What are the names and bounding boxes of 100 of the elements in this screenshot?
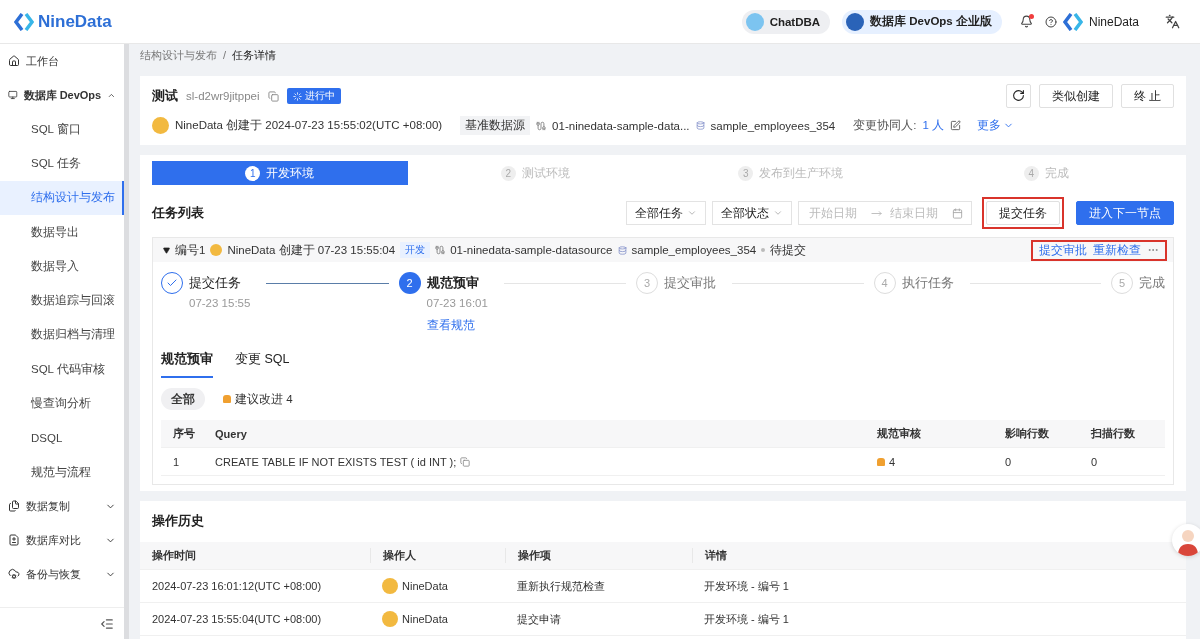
- filter-chip[interactable]: 建议改进 4: [213, 388, 303, 410]
- step-time: 07-23 16:01: [426, 297, 488, 309]
- filter-chip[interactable]: 全部: [161, 388, 205, 410]
- step-number: 2: [398, 272, 421, 294]
- copy-icon: [8, 500, 20, 513]
- collapse-icon[interactable]: [100, 616, 114, 631]
- operator-name: NineData: [402, 580, 448, 592]
- creator-text: NineData 创建于 2024-07-23 15:55:02(UTC +08:00): [175, 118, 443, 133]
- breadcrumb-separator: /: [223, 49, 227, 61]
- help-icon[interactable]: [1044, 15, 1057, 28]
- next-node-button[interactable]: 进入下一节点: [1076, 201, 1174, 225]
- table-cell-text: 2024-07-23 16:01:12(UTC +08:00): [151, 580, 323, 592]
- logo-icon: [14, 12, 34, 31]
- step-label: 规范预审: [426, 274, 480, 292]
- datasource-name: 01-ninedata-sample-data...: [552, 119, 690, 132]
- table-cell-text: 重新执行规范检查: [516, 578, 606, 594]
- column-header: 操作人: [370, 548, 505, 563]
- column-header: 规范审核: [876, 426, 922, 441]
- warning-icon: [877, 457, 885, 466]
- datasource-icon: [536, 120, 547, 131]
- datasource-name: 01-ninedata-sample-datasource: [450, 244, 613, 256]
- review-count: 4: [889, 455, 896, 468]
- avatar: [152, 117, 169, 134]
- edit-icon[interactable]: [950, 120, 962, 131]
- step-time: 07-23 15:55: [189, 297, 251, 309]
- tab[interactable]: 变更 SQL: [235, 343, 290, 378]
- database-icon: [695, 121, 705, 130]
- status-badge: 进行中: [286, 88, 341, 104]
- table-cell-text: 开发环境 - 编号 1: [703, 611, 790, 627]
- operator-name: NineData: [402, 613, 448, 625]
- collaborators-label: 变更协同人:: [853, 118, 917, 133]
- datasource-icon: [435, 245, 446, 255]
- home-icon: [8, 55, 20, 67]
- database-name: sample_employees_354: [710, 119, 836, 132]
- query-text: CREATE TABLE IF NOT EXISTS TEST ( id INT );: [215, 455, 457, 468]
- task-number: 编号1: [175, 242, 206, 258]
- breadcrumb-item[interactable]: 结构设计与发布: [140, 47, 217, 63]
- avatar: [210, 244, 223, 256]
- task-title: 测试: [152, 87, 178, 105]
- collaborators-count: 1 人: [922, 118, 945, 133]
- column-header: 操作时间: [151, 548, 197, 563]
- support-avatar[interactable]: [1172, 524, 1200, 556]
- view-rules-link[interactable]: 查看规范: [426, 318, 488, 333]
- table-cell-text: 0: [1004, 455, 1013, 468]
- filter-select[interactable]: 全部状态: [712, 201, 792, 225]
- submit-task-button[interactable]: 提交任务: [986, 201, 1060, 225]
- task-creator: NineData 创建于 07-23 15:55:04: [227, 242, 396, 258]
- table-cell-text: 2024-07-23 15:55:04(UTC +08:00): [151, 613, 323, 625]
- sidebar-item[interactable]: 结构设计与发布: [0, 180, 124, 215]
- avatar: [382, 611, 398, 627]
- monitor-icon: [8, 89, 18, 101]
- task-id: sl-d2wr9jitppei: [186, 90, 260, 102]
- column-header: 操作项: [505, 548, 692, 563]
- breadcrumb-item: 任务详情: [232, 47, 277, 63]
- copy-icon[interactable]: [267, 90, 279, 102]
- warning-icon: [223, 395, 231, 403]
- section-title: 任务列表: [152, 204, 204, 222]
- env-tag: 开发: [400, 242, 431, 258]
- refresh-button[interactable]: [1005, 84, 1031, 108]
- table-cell-text: 1: [172, 455, 181, 468]
- filter-select[interactable]: 全部任务: [626, 201, 706, 225]
- refresh-icon: [1011, 88, 1025, 102]
- cloud-icon: [8, 568, 20, 581]
- action-button[interactable]: 类似创建: [1038, 84, 1113, 108]
- file-compare-icon: [8, 534, 20, 547]
- avatar: [382, 578, 398, 594]
- table-cell-text: 0: [1090, 455, 1099, 468]
- database-icon: [617, 245, 627, 255]
- column-header: 扫描行数: [1090, 426, 1136, 441]
- step-label: 完成: [1139, 274, 1165, 292]
- chevron-down-icon: [687, 208, 697, 218]
- step-label: 提交任务: [189, 274, 242, 292]
- column-header: 影响行数: [1004, 426, 1050, 441]
- stage-tab[interactable]: 1 开发环境: [152, 161, 408, 185]
- task-status: 待提交: [770, 242, 807, 258]
- chat-button[interactable]: ChatDBA: [741, 9, 831, 34]
- expand-icon[interactable]: [163, 246, 170, 254]
- action-link[interactable]: 重新检查: [1093, 242, 1141, 258]
- copy-icon[interactable]: [460, 456, 471, 467]
- action-button[interactable]: 终 止: [1120, 84, 1174, 108]
- database-name: sample_employees_354: [631, 244, 757, 256]
- column-header: Query: [214, 427, 248, 440]
- datasource-tag: 基准数据源: [460, 116, 531, 135]
- step-label: 执行任务: [901, 274, 954, 292]
- more-link[interactable]: 更多: [977, 118, 1015, 133]
- action-link[interactable]: 提交审批: [1039, 242, 1087, 258]
- table-cell-text: 开发环境 - 编号 1: [703, 578, 790, 594]
- logo-icon: [1062, 12, 1083, 31]
- step-label: 提交审批: [664, 274, 716, 292]
- logo-text: NineData: [38, 11, 112, 32]
- table-cell-text: 提交申请: [516, 611, 562, 627]
- edition-button[interactable]: 数据库 DevOps 企业版: [842, 9, 1002, 34]
- separator-dot: [761, 248, 766, 252]
- tab[interactable]: 规范预审: [161, 343, 213, 378]
- notification-button[interactable]: [1019, 15, 1033, 28]
- language-icon[interactable]: [1165, 14, 1180, 29]
- column-header: 序号: [172, 426, 196, 441]
- section-title: 操作历史: [151, 513, 205, 530]
- chevron-down-icon: [773, 208, 783, 218]
- user-name[interactable]: NineData: [1088, 14, 1139, 29]
